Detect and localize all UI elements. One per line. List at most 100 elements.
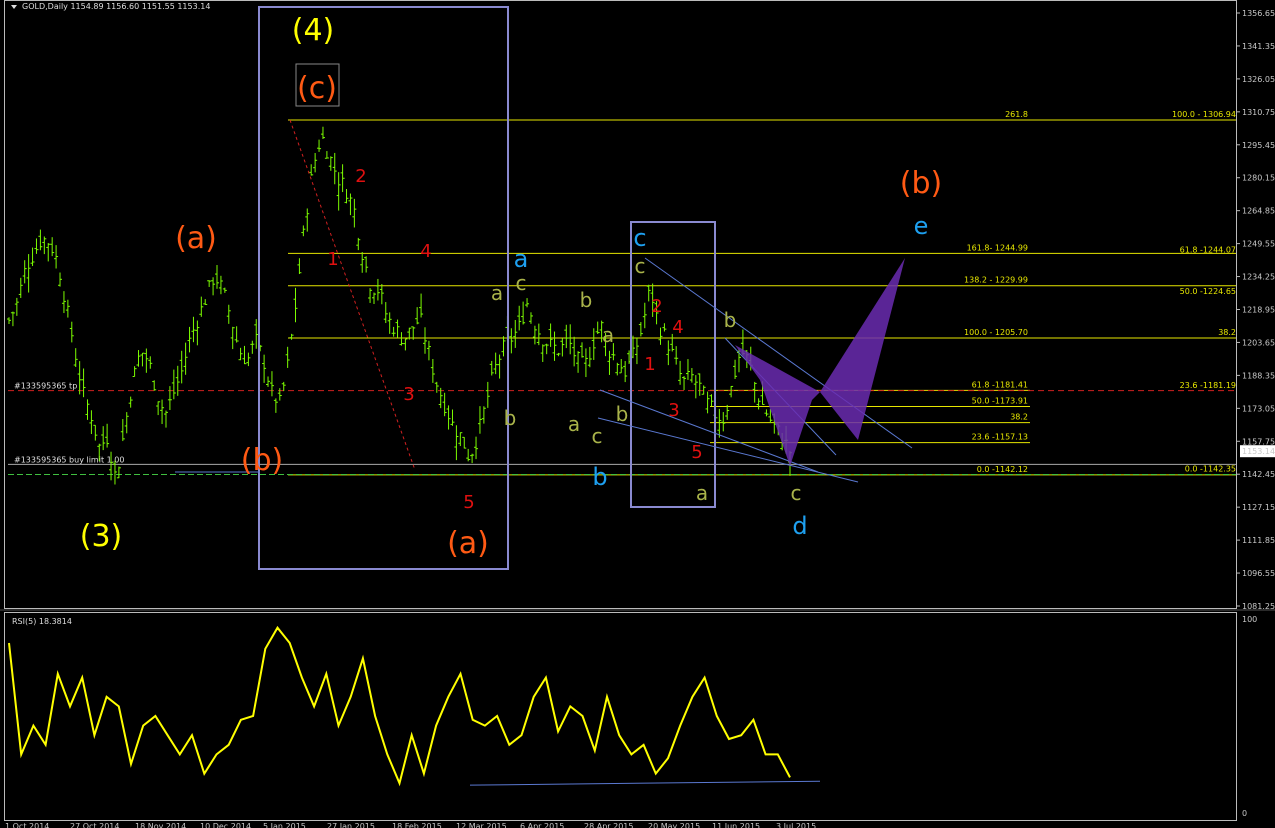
x-tick-label: 27 Jan 2015 — [327, 822, 375, 828]
fib-level-label: 50.0 -1173.91 — [972, 396, 1028, 405]
wave-label-olive-c4: c — [791, 481, 802, 505]
wave-label-red-3b: 3 — [668, 400, 679, 421]
wave-label-3: (3) — [80, 519, 123, 554]
wave-label-olive-b2: b — [504, 406, 517, 430]
wave-label-blue-e: e — [914, 212, 929, 240]
wave-label-4: (4) — [292, 13, 335, 48]
rsi-line — [8, 625, 791, 787]
wave-label-red-2b: 2 — [651, 296, 662, 317]
x-tick-label: 28 Apr 2015 — [584, 822, 633, 828]
wave-label-olive-b1: b — [580, 288, 593, 312]
wave-label-olive-a1: a — [491, 281, 503, 305]
price-axis: 1356.65 1341.35 1326.05 1310.75 1295.45 1280.… — [5, 9, 1275, 828]
symbol-dropdown-icon[interactable] — [11, 5, 17, 9]
wave-label-blue-c: c — [633, 224, 646, 252]
lower-wedge-line — [597, 417, 859, 483]
y-tick-label: 1188.35 — [1242, 371, 1275, 380]
fib-level-label: 50.0 -1224.65 — [1180, 287, 1236, 296]
rsi-pane-frame — [4, 612, 1237, 821]
y-tick-label: 1249.55 — [1242, 240, 1275, 249]
wave-label-a-mid: (a) — [447, 526, 489, 561]
wave-label-olive-c2: c — [592, 424, 603, 448]
y-tick-label: 1173.05 — [1242, 404, 1275, 413]
wave-label-c: (c) — [297, 71, 337, 106]
wave-label-red-1: 1 — [327, 249, 338, 270]
main-pane-frame — [4, 0, 1237, 609]
fib-level-label: 23.6 -1157.13 — [972, 433, 1028, 442]
x-tick-label: 18 Nov 2014 — [135, 822, 186, 828]
y-tick-label: 1142.45 — [1242, 470, 1275, 479]
wave-label-b-left: (b) — [241, 443, 283, 478]
x-tick-label: 5 Jan 2015 — [263, 822, 306, 828]
y-tick-label: 1234.25 — [1242, 273, 1275, 282]
x-tick-label: 12 Mar 2015 — [456, 822, 507, 828]
fib-level-label: 23.6 -1181.19 — [1180, 381, 1236, 390]
wave-label-red-1b: 1 — [644, 354, 655, 375]
fib-level-label: 100.0 - 1306.94 — [1172, 110, 1236, 119]
wave-label-red-2: 2 — [355, 166, 366, 187]
fib-level-label: 61.8 -1244.07 — [1180, 245, 1236, 254]
wave-label-blue-a: a — [514, 245, 529, 273]
rsi-tick-label: 0 — [1242, 809, 1247, 818]
x-tick-label: 1 Oct 2014 — [5, 822, 49, 828]
y-tick-label: 1280.15 — [1242, 174, 1275, 183]
wave-label-blue-b: b — [592, 463, 607, 491]
y-tick-label: 1218.95 — [1242, 306, 1275, 315]
y-tick-label: 1096.55 — [1242, 569, 1275, 578]
wave-label-olive-a4: a — [696, 481, 708, 505]
buy-order-label: #133595365 buy limit 1.00 — [14, 455, 124, 464]
red-dotted-trendline — [289, 119, 416, 471]
x-tick-label: 10 Dec 2014 — [200, 822, 251, 828]
wave-label-olive-a2: a — [602, 323, 614, 347]
fib-level-label: 38.2 — [1218, 328, 1236, 337]
tp-order-label: #133595365 tp — [14, 382, 77, 391]
wave-label-olive-b3: b — [616, 402, 629, 426]
fib-level-label: 38.2 — [1010, 413, 1028, 422]
wave-label-olive-b4: b — [724, 308, 737, 332]
y-tick-label: 1127.15 — [1242, 503, 1275, 512]
fib-level-label: 161.8- 1244.99 — [967, 243, 1028, 252]
chart-canvas: 1356.65 1341.35 1326.05 1310.75 1295.45 1280.… — [0, 0, 1275, 828]
candle-series — [7, 126, 792, 485]
y-tick-label: 1111.85 — [1242, 536, 1275, 545]
y-tick-label: 1295.45 — [1242, 141, 1275, 150]
wave-label-red-4b: 4 — [672, 317, 683, 338]
y-tick-label: 1341.35 — [1242, 42, 1275, 51]
rsi-title: RSI(5) 18.3814 — [12, 617, 72, 626]
y-tick-label: 1326.05 — [1242, 75, 1275, 84]
harmonic-pattern-xabc — [735, 345, 820, 466]
symbol-title: GOLD,Daily 1154.89 1156.60 1151.55 1153.… — [22, 2, 210, 11]
y-tick-label: 1310.75 — [1242, 108, 1275, 117]
fib-level-label: 0.0 -1142.12 — [977, 465, 1028, 474]
wave-label-red-5b: 5 — [691, 442, 702, 463]
wave-label-blue-d: d — [792, 512, 807, 540]
y-tick-label: 1081.25 — [1242, 602, 1275, 611]
fib-level-label: 261.8 — [1005, 110, 1028, 119]
x-tick-label: 6 Apr 2015 — [520, 822, 564, 828]
fib-level-label: 0.0 -1142.35 — [1185, 464, 1236, 473]
wave-label-olive-c1: c — [516, 271, 527, 295]
y-tick-label: 1356.65 — [1242, 9, 1275, 18]
x-tick-label: 18 Feb 2015 — [392, 822, 442, 828]
x-tick-label: 3 Jul 2015 — [776, 822, 816, 828]
wave-label-a-left: (a) — [175, 221, 217, 256]
y-tick-label: 1157.75 — [1242, 437, 1275, 446]
wave-label-red-5: 5 — [463, 492, 474, 513]
wave-label-olive-a3: a — [568, 412, 580, 436]
current-price-label: 1153.14 — [1242, 447, 1275, 456]
wave-label-red-4: 4 — [420, 241, 431, 262]
x-tick-label: 11 Jun 2015 — [712, 822, 760, 828]
fib-level-label: 100.0 - 1205.70 — [964, 328, 1028, 337]
fib-level-label: 61.8 -1181.41 — [972, 380, 1028, 389]
rsi-tick-label: 100 — [1242, 615, 1257, 624]
y-tick-label: 1264.85 — [1242, 207, 1275, 216]
y-tick-label: 1203.65 — [1242, 338, 1275, 347]
wave-labels: (4)(c)(a)(b)(3) (a)(b)21 43524135abcdea cbb… — [80, 13, 942, 561]
x-tick-label: 20 May 2015 — [648, 822, 700, 828]
rsi-series — [8, 625, 821, 787]
x-tick-label: 27 Oct 2014 — [70, 822, 119, 828]
rsi-support-trendline — [469, 780, 821, 786]
wave-label-red-3: 3 — [403, 384, 414, 405]
wave-label-olive-c3: c — [635, 254, 646, 278]
wave-label-b-right: (b) — [900, 166, 942, 201]
